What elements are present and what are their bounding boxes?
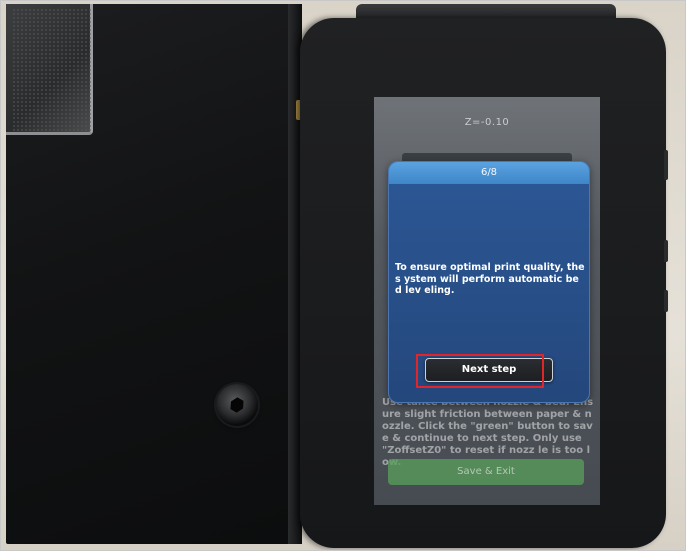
- z-offset-value: Z=-0.10: [464, 117, 510, 128]
- device-side-button: [664, 290, 668, 312]
- bolt-icon: [216, 384, 258, 426]
- highlight-box: [416, 354, 544, 388]
- dialog-message: To ensure optimal print quality, the s y…: [395, 262, 585, 296]
- photo: Z=-0.10 Use tance between nozzle & bed. …: [0, 0, 686, 551]
- print-bed-plate: [6, 4, 93, 135]
- bed-texture: [12, 8, 92, 132]
- save-exit-button[interactable]: Save & Exit: [388, 459, 584, 485]
- device-side-button: [664, 240, 668, 262]
- device-side-button: [664, 150, 668, 180]
- touchscreen: Z=-0.10 Use tance between nozzle & bed. …: [374, 97, 600, 505]
- step-indicator: 6/8: [389, 162, 589, 184]
